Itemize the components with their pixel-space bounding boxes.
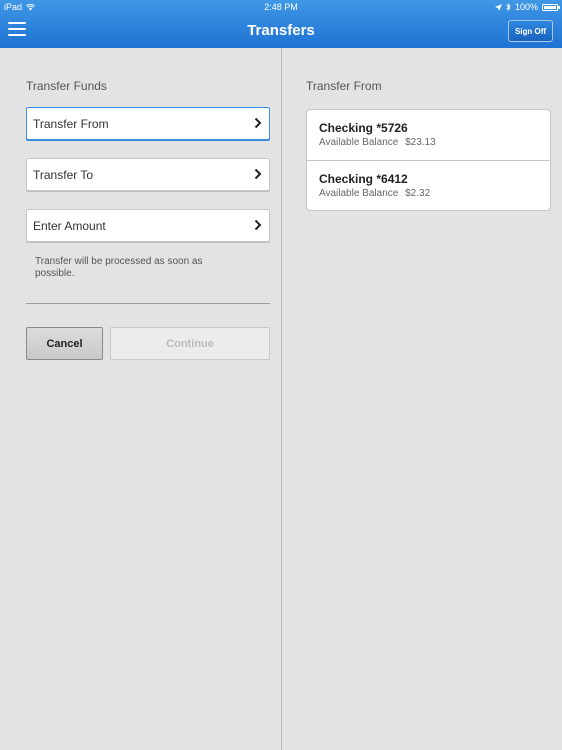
battery-percent: 100% <box>514 2 538 12</box>
balance-label: Available Balance <box>319 137 399 148</box>
chevron-right-icon <box>254 117 262 129</box>
cancel-button[interactable]: Cancel <box>26 327 103 360</box>
account-item[interactable]: Checking *5726 Available Balance $23.13 <box>307 110 550 160</box>
transfer-to-label: Transfer To <box>33 167 94 182</box>
transfer-from-heading: Transfer From <box>306 79 382 93</box>
account-list: Checking *5726 Available Balance $23.13 … <box>306 109 551 211</box>
chevron-right-icon <box>254 168 262 180</box>
balance-label: Available Balance <box>319 188 399 199</box>
section-divider <box>26 303 270 304</box>
transfer-from-field[interactable]: Transfer From <box>26 107 270 140</box>
sign-off-button[interactable]: Sign Off <box>508 20 553 42</box>
account-name: Checking *6412 <box>319 172 408 186</box>
battery-fill <box>544 5 556 9</box>
account-item[interactable]: Checking *6412 Available Balance $2.32 <box>307 160 550 210</box>
balance-value: $2.32 <box>405 188 431 199</box>
account-balance: Available Balance $23.13 <box>319 137 550 148</box>
transfer-to-field[interactable]: Transfer To <box>26 158 270 191</box>
transfer-from-panel: Transfer From Checking *5726 Available B… <box>282 48 562 750</box>
balance-value: $23.13 <box>405 137 436 148</box>
chevron-right-icon <box>254 219 262 231</box>
account-balance: Available Balance $2.32 <box>319 188 550 199</box>
enter-amount-label: Enter Amount <box>33 218 106 233</box>
status-right: 100% <box>494 2 560 12</box>
battery-icon <box>542 3 560 11</box>
transfer-from-label: Transfer From <box>33 116 109 131</box>
processing-hint: Transfer will be processed as soon as po… <box>35 256 203 279</box>
page-title: Transfers <box>247 22 315 39</box>
transfer-funds-heading: Transfer Funds <box>26 79 107 93</box>
enter-amount-field[interactable]: Enter Amount <box>26 209 270 242</box>
status-bar: iPad 2:48 PM 100% <box>0 0 562 15</box>
nav-bar: Transfers Sign Off <box>0 15 562 48</box>
account-name: Checking *5726 <box>319 121 408 135</box>
continue-button[interactable]: Continue <box>110 327 270 360</box>
status-time: 2:48 PM <box>264 2 298 12</box>
bluetooth-icon <box>506 3 511 11</box>
app-header: iPad 2:48 PM 100% Transfers Sign Off <box>0 0 562 48</box>
transfer-funds-panel: Transfer Funds Transfer From Transfer To… <box>0 48 281 750</box>
location-arrow-icon <box>494 3 502 11</box>
